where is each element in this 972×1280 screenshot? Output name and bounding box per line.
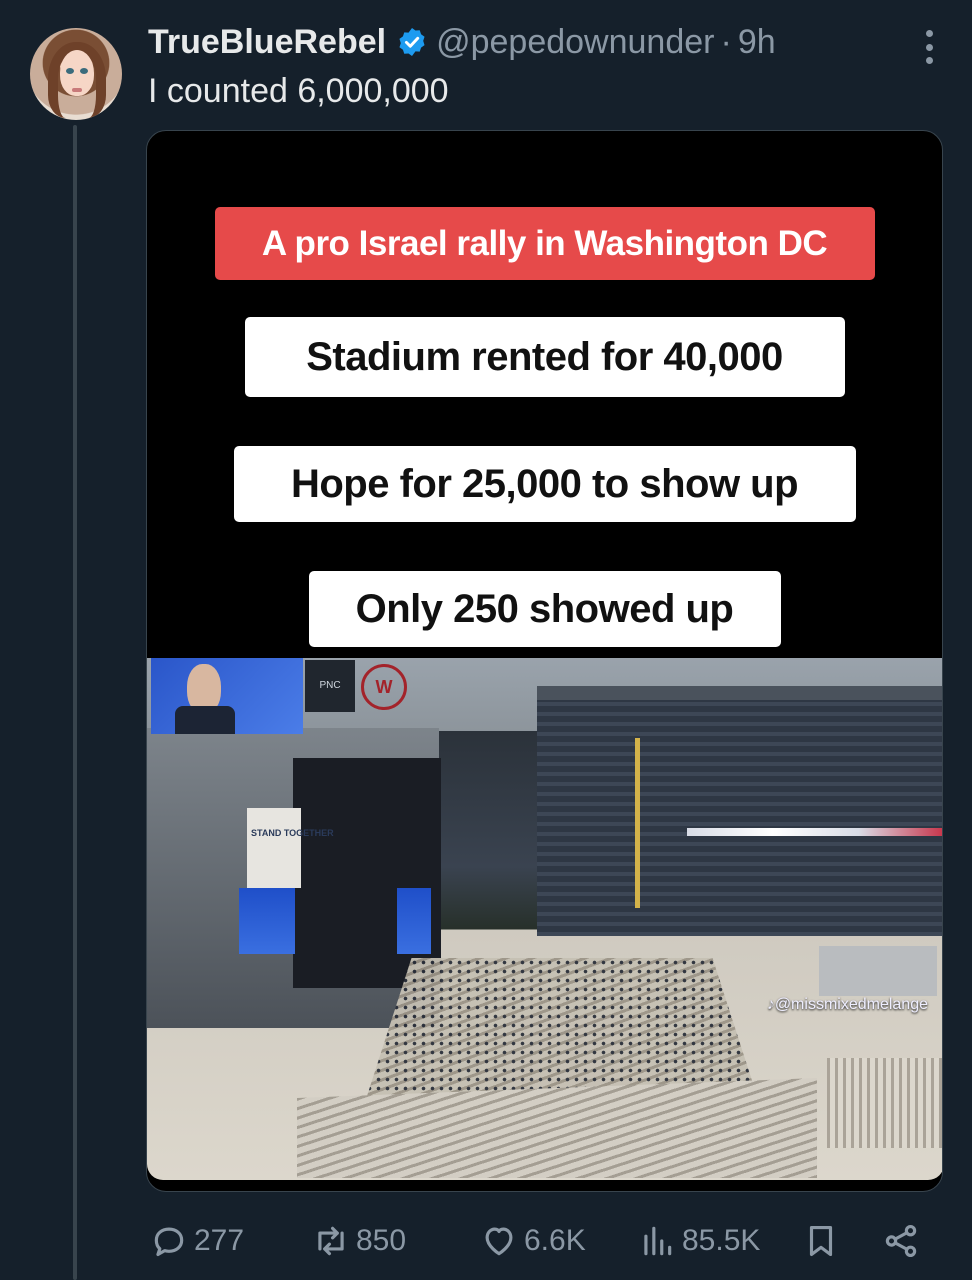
stage-screen (397, 888, 431, 954)
avatar-eye (80, 68, 88, 74)
verified-badge-icon[interactable] (396, 26, 428, 58)
like-button[interactable]: 6.6K (480, 1216, 586, 1266)
stage-banner (247, 808, 301, 888)
stadium-roof (537, 686, 942, 700)
views-button[interactable]: 85.5K (638, 1216, 760, 1266)
avatar[interactable] (30, 28, 122, 120)
caption-line: Only 250 showed up (308, 571, 781, 647)
thread-line (73, 125, 77, 1280)
views-count: 85.5K (682, 1224, 761, 1257)
action-bar: 277 850 6.6K 85.5K (150, 1216, 930, 1266)
stage-banner-text: STAND TOGETHER (251, 828, 334, 838)
stadium-stands (537, 686, 942, 936)
repost-icon (318, 1226, 344, 1256)
avatar-eye (66, 68, 74, 74)
tweet-text: I counted 6,000,000 (148, 72, 449, 110)
display-name[interactable]: TrueBlueRebel (148, 23, 386, 62)
repost-button[interactable]: 850 (312, 1216, 406, 1266)
heart-icon (485, 1227, 513, 1256)
sponsor-sign: PNC (305, 660, 355, 712)
tweet-header: TrueBlueRebel @pepedownunder · 9h (148, 22, 942, 62)
field-tent (819, 946, 937, 996)
share-button[interactable] (882, 1216, 920, 1266)
separator-dot: · (720, 22, 732, 61)
repost-count: 850 (356, 1224, 407, 1257)
reply-count: 277 (194, 1224, 245, 1257)
caption-line: Stadium rented for 40,000 (244, 317, 845, 397)
stadium-photo: STAND TOGETHER PNC W ♪@missmixedmelange (147, 658, 942, 1180)
like-count: 6.6K (524, 1224, 586, 1257)
empty-chairs (827, 1058, 942, 1148)
bookmark-icon (809, 1225, 833, 1257)
foul-pole (635, 738, 640, 908)
user-handle[interactable]: @pepedownunder (436, 23, 714, 62)
reply-button[interactable]: 277 (150, 1216, 244, 1266)
bookmark-button[interactable] (802, 1216, 840, 1266)
jumbotron-screen (151, 658, 303, 734)
tweet-media[interactable]: A pro Israel rally in Washington DC Stad… (146, 130, 943, 1192)
more-options-icon[interactable] (926, 30, 934, 64)
team-logo-icon: W (361, 664, 407, 710)
stage-screen (239, 888, 295, 954)
reply-icon (154, 1227, 184, 1257)
tiktok-watermark: ♪@missmixedmelange (766, 996, 928, 1013)
stadium-banner-strip (687, 828, 942, 836)
timestamp[interactable]: 9h (738, 23, 776, 62)
analytics-icon (644, 1226, 672, 1256)
share-icon (885, 1225, 917, 1257)
caption-line: Hope for 25,000 to show up (233, 446, 856, 522)
avatar-lips (72, 88, 82, 92)
caption-title: A pro Israel rally in Washington DC (214, 207, 875, 280)
